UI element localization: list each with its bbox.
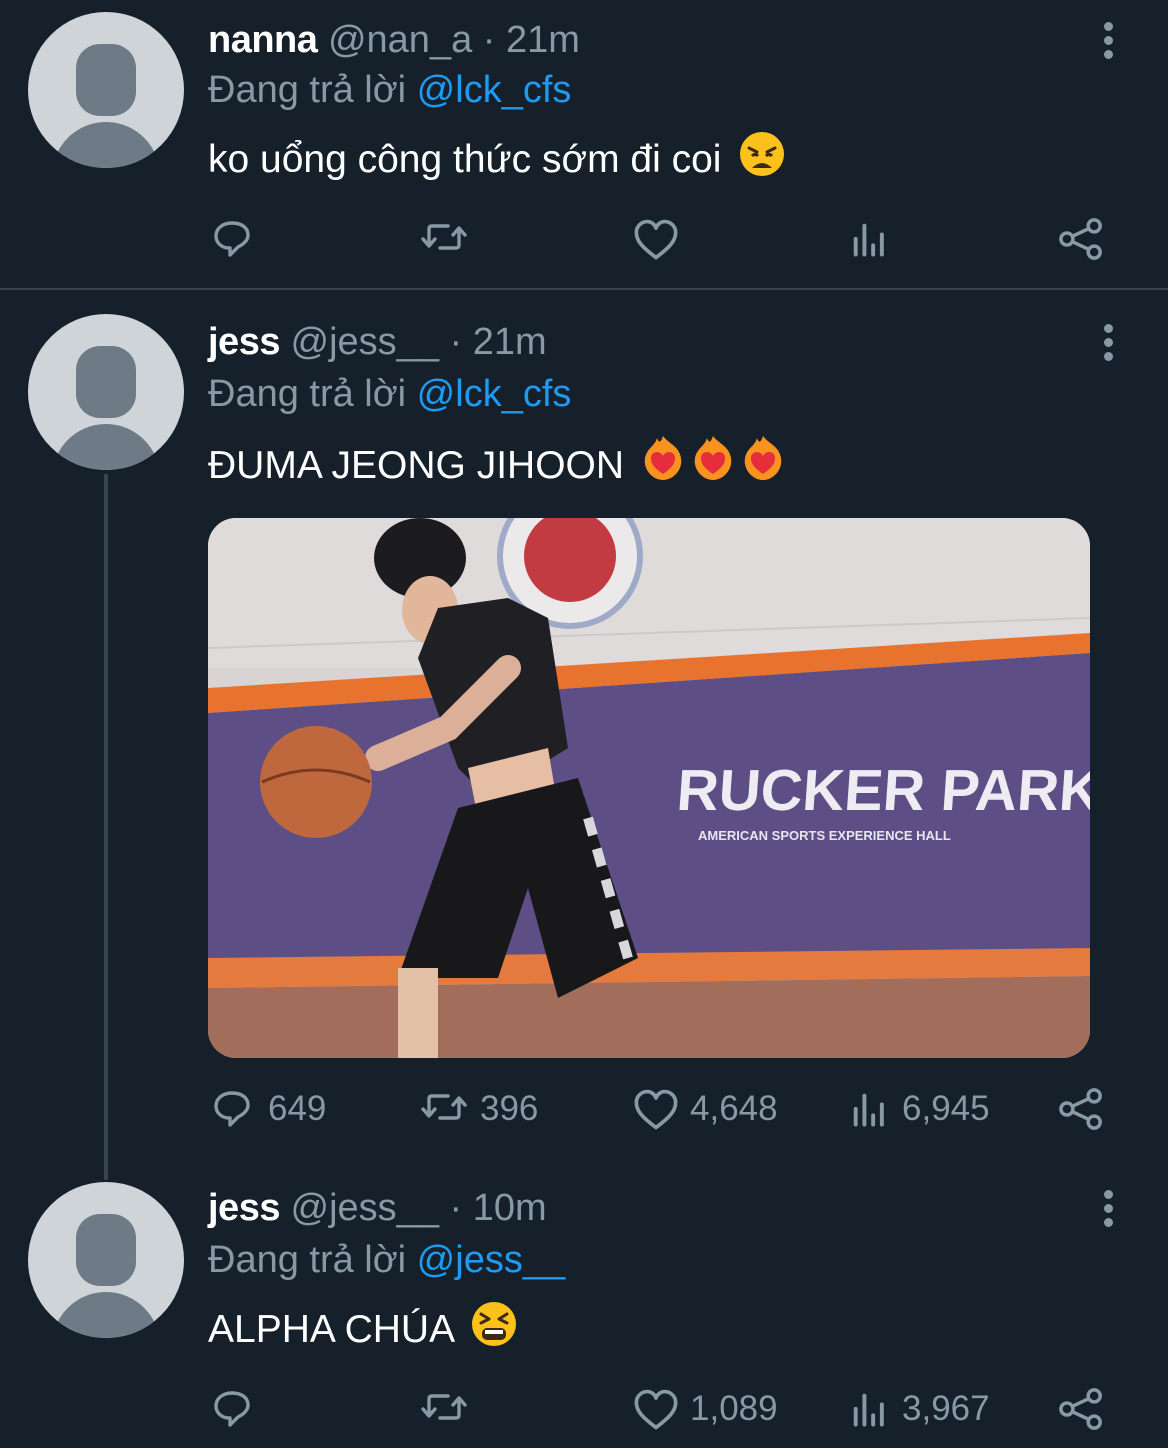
action-bar xyxy=(0,214,1168,264)
views-button[interactable] xyxy=(846,214,892,264)
avatar[interactable] xyxy=(28,12,184,168)
share-button[interactable] xyxy=(1056,1084,1104,1134)
reply-icon xyxy=(214,1091,250,1127)
tweet-media-image[interactable]: RUCKER PARK AMERICAN SPORTS EXPERIENCE H… xyxy=(208,518,1090,1058)
retweet-icon xyxy=(421,1094,467,1120)
views-chart-icon xyxy=(853,1393,884,1427)
tweet-text: ALPHA CHÚA xyxy=(208,1300,518,1361)
reply-prefix: Đang trả lời xyxy=(208,373,407,415)
tweet-text-content: ĐUMA JEONG JIHOON xyxy=(208,444,625,487)
reply-mention-link[interactable]: @lck_cfs xyxy=(417,69,572,111)
view-count: 6,945 xyxy=(902,1089,990,1128)
reply-icon xyxy=(214,1391,250,1427)
retweet-icon xyxy=(421,224,467,250)
share-icon xyxy=(1059,1388,1102,1430)
separator-dot: · xyxy=(449,321,463,363)
tweet-text-content: ko uổng công thức sớm đi coi xyxy=(208,138,722,181)
views-button[interactable]: 6,945 xyxy=(846,1084,990,1134)
avatar[interactable] xyxy=(28,314,184,470)
more-options-icon[interactable] xyxy=(1104,1190,1120,1232)
tweet-header: jess @jess__ · 21m xyxy=(208,318,547,366)
reply-button[interactable] xyxy=(210,1384,258,1434)
share-icon xyxy=(1059,1088,1102,1130)
timestamp[interactable]: 10m xyxy=(473,1187,547,1229)
reply-prefix: Đang trả lời xyxy=(208,69,407,111)
views-button[interactable]: 3,967 xyxy=(846,1384,990,1434)
tweet-header: jess @jess__ · 10m xyxy=(208,1184,547,1232)
retweet-icon xyxy=(421,1394,467,1420)
user-handle[interactable]: @jess__ xyxy=(291,321,439,363)
reply-prefix: Đang trả lời xyxy=(208,1239,407,1281)
retweet-button[interactable] xyxy=(418,1384,470,1434)
retweet-button[interactable]: 396 xyxy=(418,1084,538,1134)
heart-on-fire-emoji xyxy=(641,434,783,497)
views-chart-icon xyxy=(853,1093,884,1127)
timestamp[interactable]: 21m xyxy=(473,321,547,363)
tweet-2[interactable]: jess @jess__ · 21m Đang trả lời @lck_cfs… xyxy=(0,290,1168,1170)
user-handle[interactable]: @jess__ xyxy=(291,1187,439,1229)
tweet-1[interactable]: nanna @nan_a · 21m Đang trả lời @lck_cfs… xyxy=(0,0,1168,288)
reply-button[interactable]: 649 xyxy=(210,1084,326,1134)
media-banner-text: RUCKER PARK xyxy=(675,758,1090,823)
more-options-icon[interactable] xyxy=(1104,22,1120,64)
user-handle[interactable]: @nan_a xyxy=(328,19,472,61)
share-icon xyxy=(1059,218,1102,260)
timestamp[interactable]: 21m xyxy=(506,19,580,61)
heart-icon xyxy=(634,219,678,260)
share-button[interactable] xyxy=(1056,214,1104,264)
like-count: 1,089 xyxy=(690,1389,778,1428)
reply-mention-link[interactable]: @lck_cfs xyxy=(417,373,572,415)
tweet-text: ko uổng công thức sớm đi coi xyxy=(208,130,786,191)
like-button[interactable]: 4,648 xyxy=(632,1084,778,1134)
separator-dot: · xyxy=(482,19,496,61)
views-chart-icon xyxy=(853,223,884,257)
like-button[interactable] xyxy=(632,214,680,264)
reply-context: Đang trả lời @lck_cfs xyxy=(208,66,571,114)
display-name[interactable]: jess xyxy=(208,321,280,363)
reply-icon xyxy=(214,221,250,257)
display-name[interactable]: jess xyxy=(208,1187,280,1229)
retweet-count: 396 xyxy=(480,1089,539,1128)
like-button[interactable]: 1,089 xyxy=(632,1384,778,1434)
thread-connector-line xyxy=(104,474,108,1180)
heart-icon xyxy=(634,1089,678,1130)
retweet-button[interactable] xyxy=(418,214,470,264)
action-bar: 1,089 3,967 xyxy=(0,1384,1168,1434)
reply-mention-link[interactable]: @jess__ xyxy=(417,1239,565,1281)
display-name[interactable]: nanna xyxy=(208,19,318,61)
action-bar: 649 396 4,648 6,945 xyxy=(0,1084,1168,1134)
avatar[interactable] xyxy=(28,1182,184,1338)
view-count: 3,967 xyxy=(902,1389,990,1428)
weary-face-emoji xyxy=(738,130,786,191)
reply-button[interactable] xyxy=(210,214,258,264)
reply-context: Đang trả lời @jess__ xyxy=(208,1236,565,1284)
reply-count: 649 xyxy=(268,1089,327,1128)
tweet-text: ĐUMA JEONG JIHOON xyxy=(208,434,783,497)
tweet-header: nanna @nan_a · 21m xyxy=(208,16,580,64)
separator-dot: · xyxy=(449,1187,463,1229)
tweet-text-content: ALPHA CHÚA xyxy=(208,1308,453,1351)
tired-face-emoji xyxy=(470,1300,518,1361)
media-banner-subtext: AMERICAN SPORTS EXPERIENCE HALL xyxy=(698,828,951,843)
more-options-icon[interactable] xyxy=(1104,324,1120,366)
heart-icon xyxy=(634,1389,678,1430)
like-count: 4,648 xyxy=(690,1089,778,1128)
tweet-3[interactable]: jess @jess__ · 10m Đang trả lời @jess__ … xyxy=(0,1170,1168,1448)
reply-context: Đang trả lời @lck_cfs xyxy=(208,370,571,418)
share-button[interactable] xyxy=(1056,1384,1104,1434)
